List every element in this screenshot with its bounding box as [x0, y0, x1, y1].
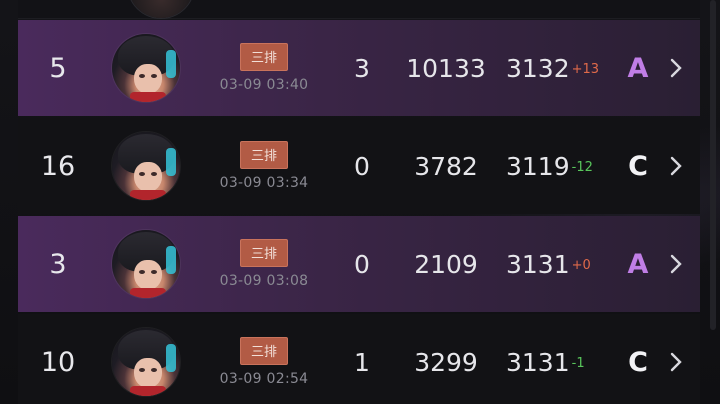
rating-value: 3131	[506, 249, 570, 279]
rating-cell: 3131 +0	[506, 216, 616, 312]
rating-value: 3119	[506, 151, 570, 181]
avatar-cell	[110, 118, 182, 214]
match-row[interactable]: 3 三排 03-09 03:08 0 2109 3131 +0 A	[18, 216, 700, 312]
grade-badge: C	[628, 150, 648, 182]
score-value: 10133	[406, 53, 486, 83]
match-list: 5 三排 03-09 03:40 3 10133 3132 +13 A 16 三…	[18, 20, 700, 404]
grade-badge: A	[627, 248, 649, 280]
rating-value: 3132	[506, 53, 570, 83]
rank-value: 5	[49, 52, 67, 84]
mode-badge: 三排	[239, 141, 288, 169]
grade-badge: C	[628, 346, 648, 378]
match-row[interactable]: 16 三排 03-09 03:34 0 3782 3119 -12 C	[18, 118, 700, 214]
mode-cell: 三排 03-09 02:54	[204, 314, 324, 404]
chevron-right-icon[interactable]	[662, 216, 690, 312]
mode-cell: 三排 03-09 03:34	[204, 118, 324, 214]
scrollbar[interactable]	[710, 0, 716, 330]
rating-cell: 3119 -12	[506, 118, 616, 214]
rating-cell: 3132 +13	[506, 20, 616, 116]
chevron-right-icon[interactable]	[662, 118, 690, 214]
match-time: 03-09 03:40	[219, 77, 309, 93]
mode-badge: 三排	[239, 43, 288, 71]
match-time: 03-09 03:08	[219, 273, 309, 289]
previous-row-partial	[18, 0, 700, 19]
rank-value: 3	[49, 248, 67, 280]
rating-delta: +0	[571, 257, 591, 273]
score-value: 3782	[414, 151, 478, 181]
mode-cell: 三排 03-09 03:40	[204, 20, 324, 116]
rating-delta: +13	[571, 61, 600, 77]
partial-avatar	[128, 0, 194, 18]
avatar-cell	[110, 314, 182, 404]
rating-value: 3131	[506, 347, 570, 377]
kills-value: 0	[354, 151, 370, 181]
rank-value: 10	[40, 346, 76, 378]
chevron-right-icon[interactable]	[662, 314, 690, 404]
mode-badge: 三排	[239, 239, 288, 267]
avatar-cell	[110, 216, 182, 312]
match-time: 03-09 02:54	[219, 371, 309, 387]
rank-value: 16	[40, 150, 76, 182]
kills-value: 0	[354, 249, 370, 279]
player-avatar	[112, 328, 180, 396]
mode-badge: 三排	[239, 337, 288, 365]
rating-delta: -12	[571, 159, 593, 175]
player-avatar	[112, 132, 180, 200]
match-time: 03-09 03:34	[219, 175, 309, 191]
player-avatar	[112, 34, 180, 102]
match-row[interactable]: 5 三排 03-09 03:40 3 10133 3132 +13 A	[18, 20, 700, 116]
avatar-cell	[110, 20, 182, 116]
grade-badge: A	[627, 52, 649, 84]
chevron-right-icon[interactable]	[662, 20, 690, 116]
rating-delta: -1	[571, 355, 585, 371]
score-value: 2109	[414, 249, 478, 279]
player-avatar	[112, 230, 180, 298]
match-history-screen: 5 三排 03-09 03:40 3 10133 3132 +13 A 16 三…	[0, 0, 720, 404]
kills-value: 1	[354, 347, 370, 377]
score-value: 3299	[414, 347, 478, 377]
mode-cell: 三排 03-09 03:08	[204, 216, 324, 312]
kills-value: 3	[354, 53, 370, 83]
match-row[interactable]: 10 三排 03-09 02:54 1 3299 3131 -1 C	[18, 314, 700, 404]
rating-cell: 3131 -1	[506, 314, 616, 404]
